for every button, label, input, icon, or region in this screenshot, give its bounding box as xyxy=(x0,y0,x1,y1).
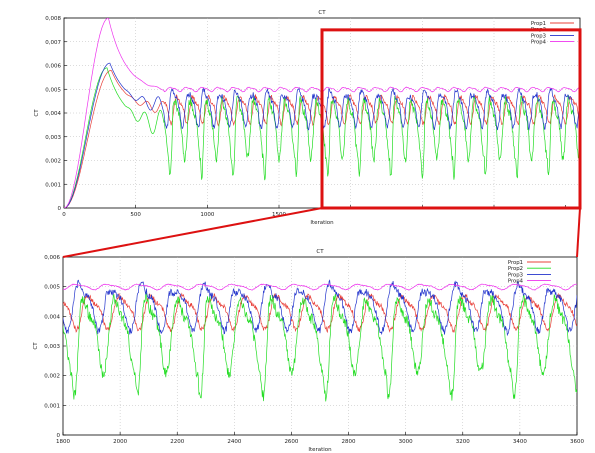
x-tick-label: 2200 xyxy=(170,439,184,445)
zoom-connector-left xyxy=(62,207,323,258)
y-tick-label: 0,002 xyxy=(44,374,60,380)
plot-frame xyxy=(62,256,578,436)
y-tick-label: 0,007 xyxy=(45,40,61,46)
y-tick-label: 0,003 xyxy=(44,344,60,350)
x-tick-label: 2800 xyxy=(342,439,356,445)
y-tick-label: 0,008 xyxy=(45,16,61,22)
legend-label-prop1: Prop1 xyxy=(531,21,546,27)
x-tick-label: 3600 xyxy=(570,439,584,445)
x-tick-label: 3000 xyxy=(399,439,413,445)
x-tick-label: 0 xyxy=(62,212,66,218)
x-tick-label: 1000 xyxy=(200,212,214,218)
y-tick-label: 0,002 xyxy=(45,159,61,165)
x-tick-label: 3200 xyxy=(456,439,470,445)
y-tick-label: 0 xyxy=(57,433,61,439)
y-tick-label: 0,001 xyxy=(44,403,60,409)
x-tick-label: 2400 xyxy=(227,439,241,445)
x-tick-label: 3400 xyxy=(513,439,527,445)
legend-label-prop1: Prop1 xyxy=(508,260,523,266)
ct-figure: 0 500 1000 150000,0010,0020,0030,0040,0050,… xyxy=(33,10,584,453)
y-tick-label: 0 xyxy=(58,206,62,212)
legend-label-prop4: Prop4 xyxy=(531,40,547,46)
y-tick-label: 0,001 xyxy=(45,182,61,188)
y-tick-label: 0,004 xyxy=(45,111,61,117)
legend-label-prop4: Prop4 xyxy=(508,279,524,285)
x-tick-label: 2600 xyxy=(284,439,298,445)
y-tick-label: 0,005 xyxy=(45,87,61,93)
chart-title: CT xyxy=(318,10,326,16)
x-tick-label: 500 xyxy=(130,212,141,218)
x-axis-label: Iteration xyxy=(310,220,334,226)
y-tick-label: 0,006 xyxy=(44,255,60,261)
chart-title: CT xyxy=(316,249,324,255)
x-tick-label: 2000 xyxy=(113,439,127,445)
y-axis-label: CT xyxy=(34,109,40,117)
overview-chart: 0 500 1000 150000,0010,0020,0030,0040,0050,… xyxy=(34,10,581,226)
legend-label-prop3: Prop3 xyxy=(531,33,546,39)
zoom-chart: 1800 2000 2200 2400 2600 2800 3000 3200 3400 3600… xyxy=(33,249,584,453)
y-tick-label: 0,006 xyxy=(45,64,61,70)
y-tick-label: 0,005 xyxy=(44,285,60,291)
x-axis-label: Iteration xyxy=(308,447,332,453)
x-tick-label: 1800 xyxy=(56,439,70,445)
y-tick-label: 0,004 xyxy=(44,314,60,320)
legend-label-prop3: Prop3 xyxy=(508,272,523,278)
zoom-connector-right xyxy=(576,207,581,258)
legend-label-prop2: Prop2 xyxy=(508,266,523,272)
y-axis-label: CT xyxy=(33,342,39,350)
y-tick-label: 0,003 xyxy=(45,135,61,141)
